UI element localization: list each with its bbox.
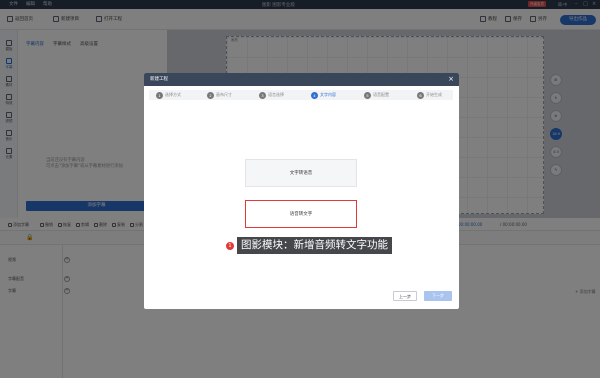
- close-icon[interactable]: ×: [448, 73, 454, 86]
- annotation-number: 1: [226, 241, 234, 250]
- step-bar: 1 选择方式 2 画布尺寸 3 语言选择 4 文字内容 5 语音配置 6 开始生成: [149, 90, 453, 100]
- new-project-dialog: 新建工程 × 1 选择方式 2 画布尺寸 3 语言选择 4 文字内容 5 语音配置 6 开始…: [144, 73, 459, 309]
- speech-to-text-option[interactable]: 语音转文字: [245, 200, 357, 228]
- feature-annotation: 1 图影模块：新增音频转文字功能: [226, 237, 392, 254]
- prev-step-button[interactable]: 上一步: [393, 291, 417, 301]
- step-6: 6 开始生成: [417, 91, 442, 99]
- text-to-speech-option[interactable]: 文字转语音: [245, 159, 357, 187]
- dialog-header: 新建工程 ×: [144, 73, 459, 86]
- step-4: 4 文字内容: [311, 91, 336, 99]
- dialog-title: 新建工程: [150, 77, 168, 82]
- step-1: 1 选择方式: [156, 91, 181, 99]
- annotation-label: 图影模块：新增音频转文字功能: [237, 237, 392, 254]
- step-5: 5 语音配置: [364, 91, 389, 99]
- step-3: 3 语言选择: [259, 91, 284, 99]
- step-2: 2 画布尺寸: [207, 91, 232, 99]
- next-step-button[interactable]: 下一步: [424, 291, 452, 301]
